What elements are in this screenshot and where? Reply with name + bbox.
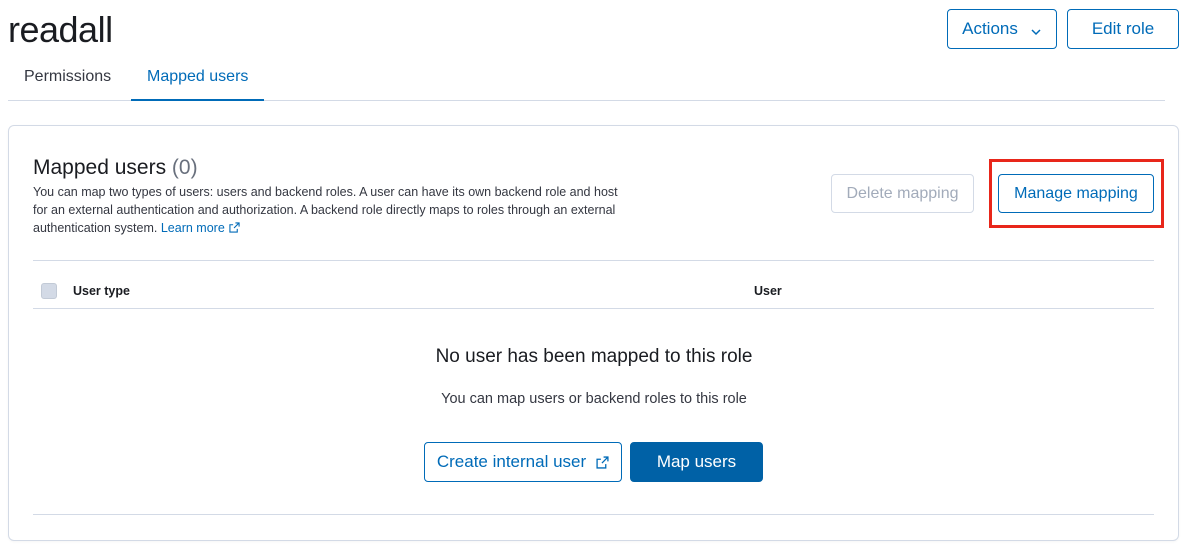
chevron-down-icon bbox=[1030, 23, 1042, 36]
column-header-user[interactable]: User bbox=[754, 284, 782, 298]
page-title: readall bbox=[8, 9, 113, 50]
description-text: You can map two types of users: users an… bbox=[33, 185, 618, 235]
actions-label: Actions bbox=[962, 19, 1018, 38]
divider bbox=[33, 514, 1154, 515]
section-title: Mapped users (0) bbox=[33, 155, 198, 181]
create-internal-user-label: Create internal user bbox=[436, 452, 587, 471]
tab-bar: Permissions Mapped users bbox=[8, 56, 1165, 101]
section-description: You can map two types of users: users an… bbox=[33, 183, 633, 237]
actions-button[interactable]: Actions bbox=[947, 9, 1057, 49]
external-link-icon bbox=[596, 455, 609, 469]
section-title-text: Mapped users bbox=[33, 156, 167, 179]
manage-mapping-button[interactable]: Manage mapping bbox=[998, 174, 1154, 213]
tab-permissions[interactable]: Permissions bbox=[8, 56, 127, 101]
mapped-count: (0) bbox=[171, 156, 198, 179]
edit-role-button[interactable]: Edit role bbox=[1067, 9, 1179, 49]
create-internal-user-button[interactable]: Create internal user bbox=[424, 442, 622, 482]
external-link-icon bbox=[229, 222, 240, 233]
map-users-button[interactable]: Map users bbox=[630, 442, 763, 482]
tab-mapped-users[interactable]: Mapped users bbox=[131, 56, 265, 101]
delete-mapping-button[interactable]: Delete mapping bbox=[831, 174, 974, 213]
divider bbox=[33, 308, 1154, 309]
divider bbox=[33, 260, 1154, 261]
learn-more-link[interactable]: Learn more bbox=[161, 221, 240, 235]
select-all-checkbox[interactable] bbox=[41, 283, 57, 299]
column-header-user-type[interactable]: User type bbox=[73, 284, 130, 298]
empty-state-title: No user has been mapped to this role bbox=[435, 346, 753, 367]
learn-more-label: Learn more bbox=[160, 221, 225, 235]
empty-state-subtitle: You can map users or backend roles to th… bbox=[441, 391, 747, 407]
